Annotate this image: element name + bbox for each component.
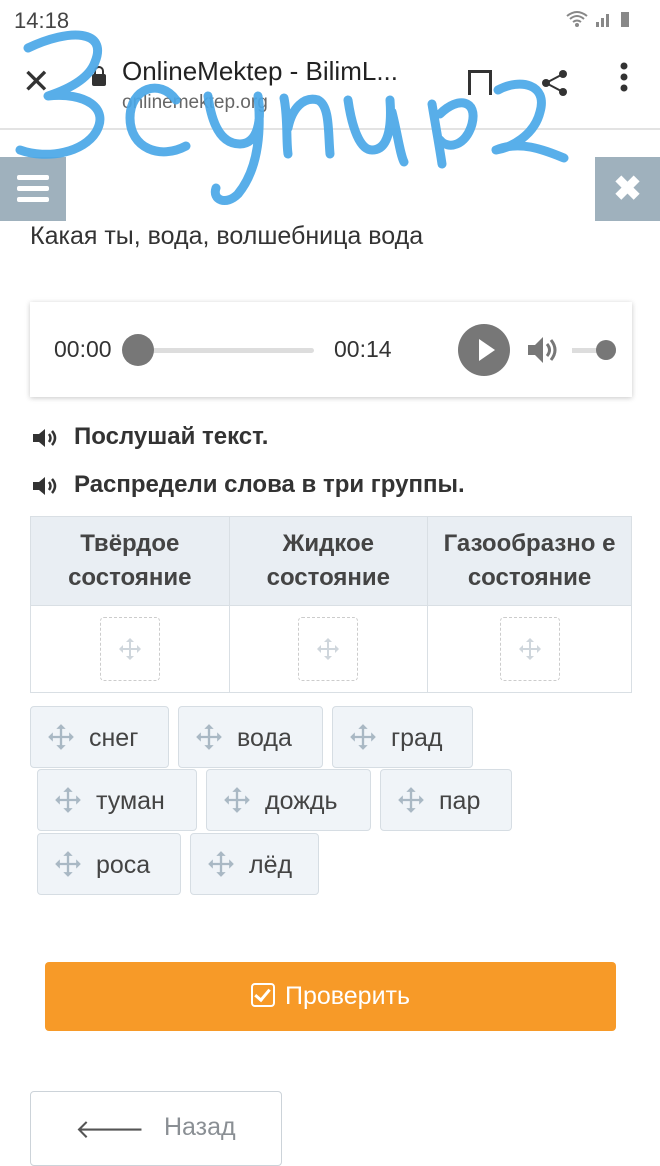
dropzone-gas[interactable] xyxy=(499,617,560,681)
seek-bar[interactable] xyxy=(152,348,314,353)
drag-move-icon xyxy=(224,787,250,814)
drop-cell-liquid xyxy=(228,605,429,693)
status-bar: 14:18 xyxy=(0,0,660,40)
word-label: лёд xyxy=(249,851,293,879)
speaker-icon[interactable] xyxy=(32,427,62,449)
word-label: град xyxy=(391,724,443,752)
word-label: вода xyxy=(237,724,292,752)
word-label: снег xyxy=(89,724,139,752)
drag-move-icon xyxy=(208,851,234,878)
drag-move-icon xyxy=(118,638,141,660)
more-vertical-icon[interactable] xyxy=(614,62,634,92)
drag-move-icon xyxy=(518,638,541,660)
volume-handle[interactable] xyxy=(596,340,616,360)
wifi-icon xyxy=(566,11,588,27)
share-icon[interactable] xyxy=(540,68,570,105)
word-chip-sneg[interactable]: снег xyxy=(30,706,169,768)
drag-move-icon xyxy=(350,724,376,751)
drag-move-icon xyxy=(398,787,424,814)
word-label: пар xyxy=(439,787,481,815)
drag-move-icon xyxy=(196,724,222,751)
instruction-sort: Распредели слова в три группы. xyxy=(32,471,465,499)
column-header-solid: Твёрдое состояние xyxy=(30,516,230,606)
signal-icon xyxy=(595,14,609,27)
word-chip-grad[interactable]: град xyxy=(332,706,473,768)
page-title: Какая ты, вода, волшебница вода xyxy=(30,222,424,250)
audio-player: 00:00 00:14 xyxy=(30,302,632,397)
arrow-left-icon: 🡐 xyxy=(75,1114,145,1144)
word-chip-voda[interactable]: вода xyxy=(178,706,323,768)
back-button[interactable]: 🡐 Назад xyxy=(30,1091,282,1166)
browser-page-title[interactable]: OnlineMektep - BilimL... xyxy=(122,56,398,87)
word-chip-led[interactable]: лёд xyxy=(190,833,319,895)
dropzone-solid[interactable] xyxy=(99,617,160,681)
drag-move-icon xyxy=(317,638,340,660)
browser-url[interactable]: onlinemektep.org xyxy=(122,92,268,114)
hamburger-icon xyxy=(17,175,49,180)
seek-handle[interactable] xyxy=(122,334,154,366)
dropzone-liquid[interactable] xyxy=(298,617,359,681)
word-label: дождь xyxy=(265,787,338,815)
battery-icon xyxy=(621,12,629,27)
status-time: 14:18 xyxy=(14,8,70,33)
back-label: Назад xyxy=(164,1113,236,1141)
word-label: туман xyxy=(96,787,165,815)
menu-button[interactable] xyxy=(0,157,66,221)
drop-cell-solid xyxy=(30,605,230,693)
column-header-liquid: Жидкое состояние xyxy=(228,516,429,606)
checkbox-icon xyxy=(250,982,275,1007)
lock-icon xyxy=(92,66,106,86)
status-icons xyxy=(566,10,630,33)
word-chip-rosa[interactable]: роса xyxy=(37,833,181,895)
word-label: роса xyxy=(96,851,151,879)
current-time: 00:00 xyxy=(54,336,112,362)
speaker-icon[interactable] xyxy=(32,475,62,497)
drag-move-icon xyxy=(55,787,81,814)
total-time: 00:14 xyxy=(334,336,392,362)
instruction-text: Распредели слова в три группы. xyxy=(74,471,465,498)
column-header-gas: Газообразно е состояние xyxy=(427,516,632,606)
bookmark-icon[interactable] xyxy=(468,70,492,95)
drop-cell-gas xyxy=(427,605,632,693)
check-label: Проверить xyxy=(284,982,411,1010)
sorting-table: Твёрдое состояние Жидкое состояние Газоо… xyxy=(30,516,632,693)
volume-icon[interactable] xyxy=(526,334,560,366)
check-button[interactable]: Проверить xyxy=(45,962,616,1031)
instruction-text: Послушай текст. xyxy=(74,423,269,450)
play-button[interactable] xyxy=(458,324,510,376)
browser-toolbar: ✕ OnlineMektep - BilimL... onlinemektep.… xyxy=(0,40,660,130)
close-panel-button[interactable]: ✖ xyxy=(595,157,660,221)
word-chip-dozhd[interactable]: дождь xyxy=(206,769,371,831)
close-icon[interactable]: ✕ xyxy=(22,62,51,102)
instruction-listen: Послушай текст. xyxy=(32,423,268,451)
word-chip-tuman[interactable]: туман xyxy=(37,769,197,831)
drag-move-icon xyxy=(48,724,74,751)
word-chip-par[interactable]: пар xyxy=(380,769,512,831)
drag-move-icon xyxy=(55,851,81,878)
